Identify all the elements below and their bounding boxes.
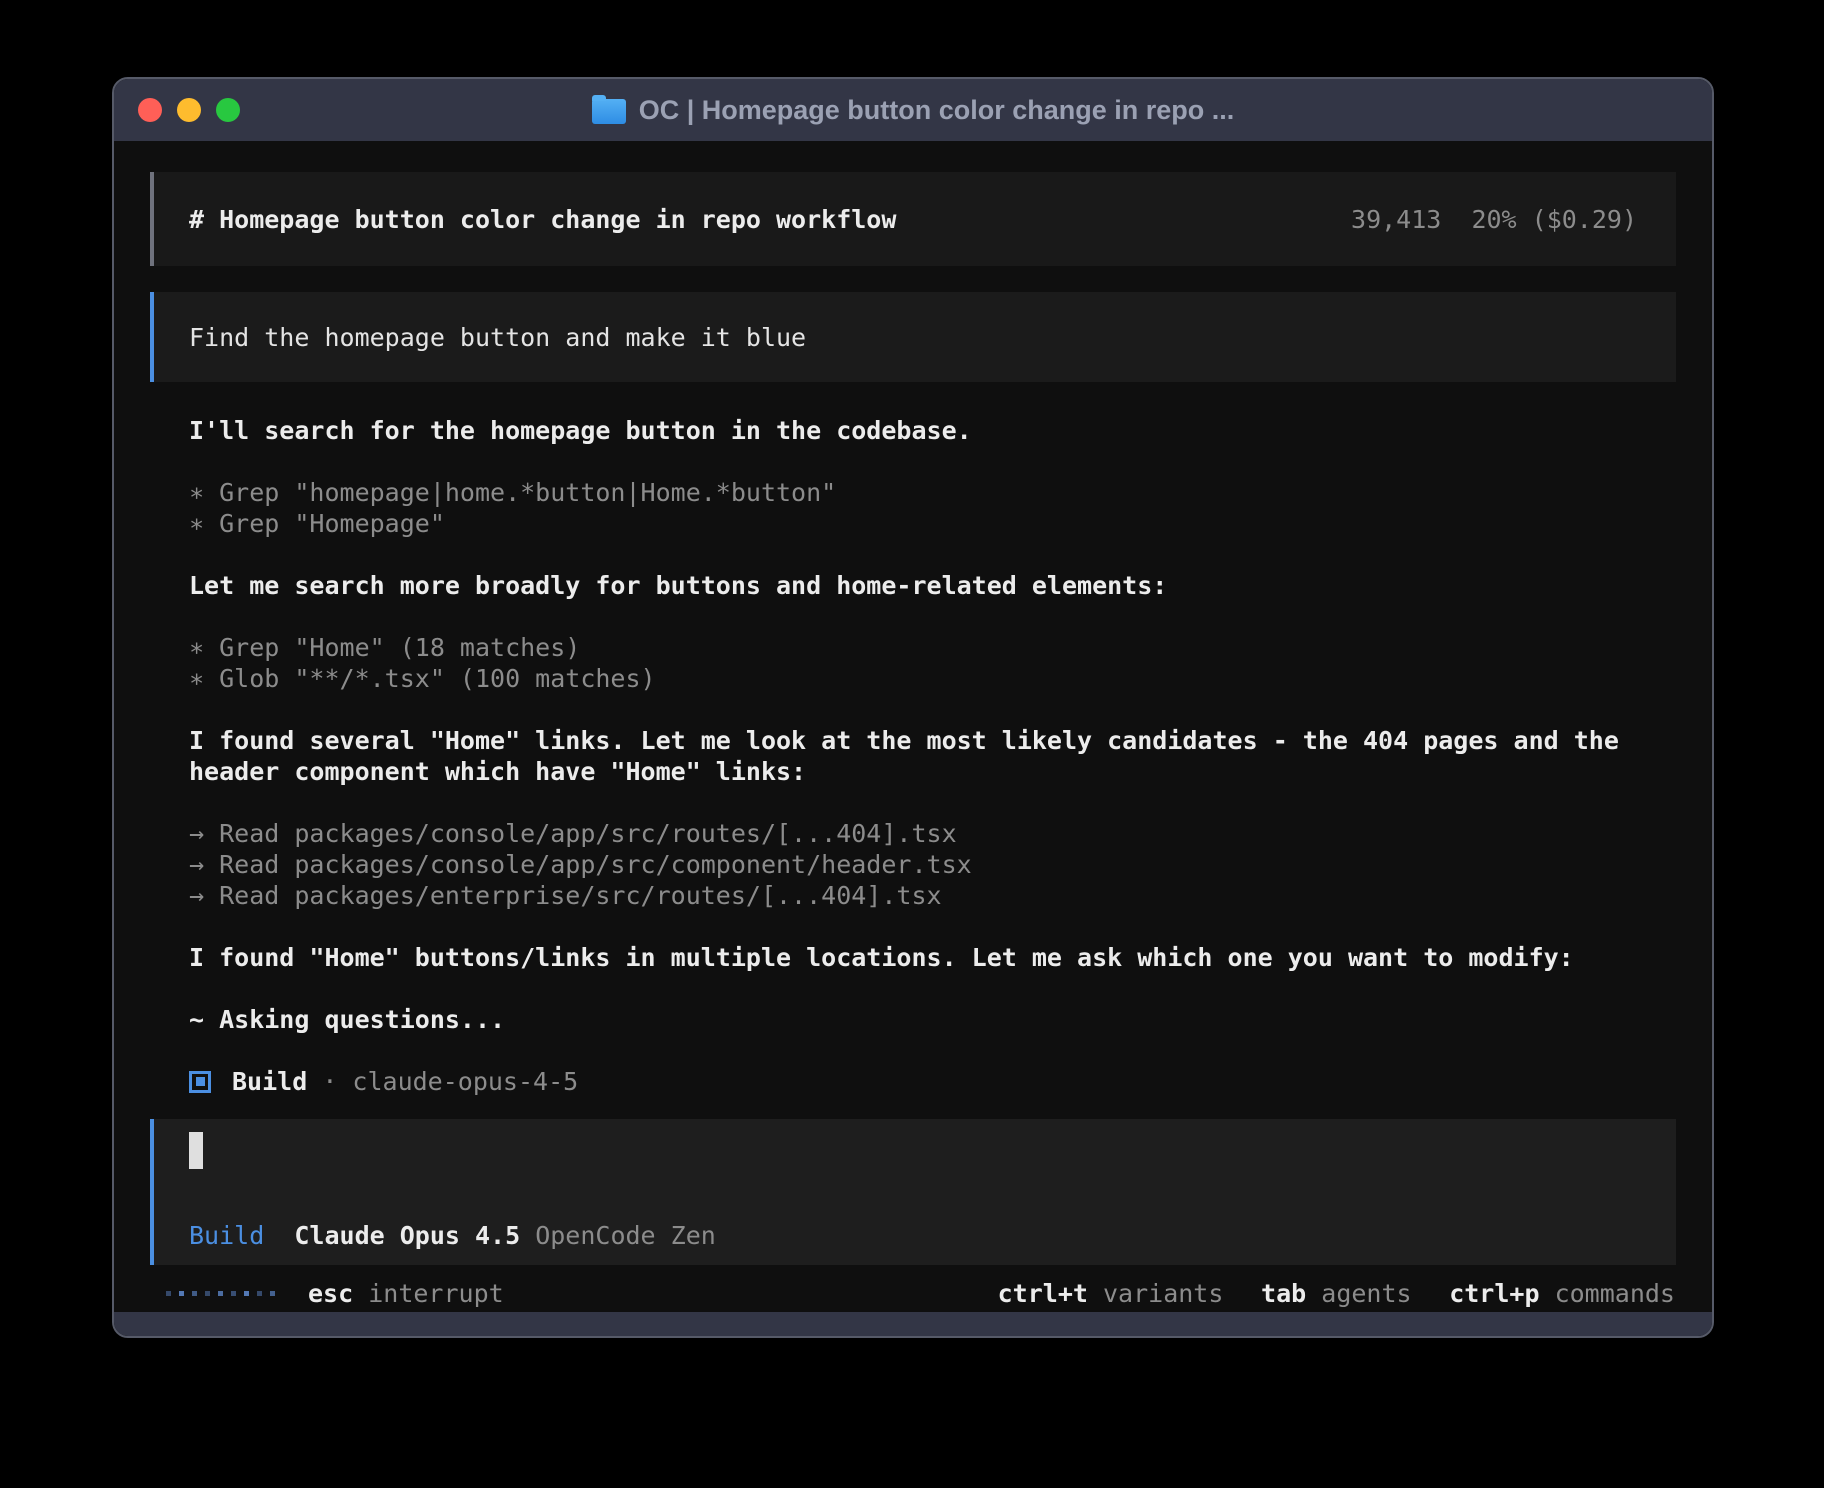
minimize-button[interactable] — [177, 98, 201, 122]
prompt-input[interactable]: Build Claude Opus 4.5 OpenCode Zen — [150, 1119, 1676, 1265]
session-stats: 39,413 20% ($0.29) — [1351, 205, 1637, 234]
conversation-line — [189, 539, 1676, 570]
keyboard-hint: tab agents — [1261, 1279, 1412, 1308]
conversation-line: ∗ Grep "Home" (18 matches) — [189, 632, 1676, 663]
interrupt-hint-text: interrupt — [368, 1279, 503, 1308]
window-bottom-bar — [114, 1312, 1712, 1336]
hint-label: agents — [1321, 1279, 1411, 1308]
conversation-line — [189, 787, 1676, 818]
agent-model-separator: · — [322, 1067, 337, 1096]
agent-status-line: Build · claude-opus-4-5 — [150, 1066, 1676, 1097]
session-title: # Homepage button color change in repo w… — [189, 205, 896, 234]
hint-label: commands — [1555, 1279, 1675, 1308]
spinner-dot — [205, 1291, 210, 1296]
conversation-line: ∗ Grep "homepage|home.*button|Home.*butt… — [189, 477, 1676, 508]
zoom-button[interactable] — [216, 98, 240, 122]
conversation-line: I found several "Home" links. Let me loo… — [189, 725, 1676, 756]
session-header: # Homepage button color change in repo w… — [150, 172, 1676, 266]
status-bar: esc interrupt ctrl+t variantstab agentsc… — [150, 1278, 1676, 1309]
folder-icon — [592, 99, 626, 124]
input-agent-label: Build — [189, 1221, 264, 1250]
input-meta: Build Claude Opus 4.5 OpenCode Zen — [189, 1221, 1641, 1250]
spinner-dot — [257, 1291, 262, 1296]
spinner-dot — [166, 1291, 171, 1296]
input-model-label: Claude Opus 4.5 — [294, 1221, 520, 1250]
hint-key: tab — [1261, 1279, 1306, 1308]
window-title: OC | Homepage button color change in rep… — [639, 95, 1235, 126]
conversation-line — [189, 694, 1676, 725]
spinner-dot — [192, 1291, 197, 1296]
interrupt-hint-key: esc — [308, 1279, 353, 1308]
context-percent: 20% — [1471, 205, 1516, 234]
keyboard-hint: ctrl+t variants — [998, 1279, 1224, 1308]
terminal-window: OC | Homepage button color change in rep… — [112, 77, 1714, 1338]
spinner-dot — [270, 1291, 275, 1296]
agent-model: claude-opus-4-5 — [352, 1067, 578, 1096]
traffic-lights — [138, 79, 240, 141]
spinner-dot — [179, 1291, 184, 1296]
conversation-line: → Read packages/console/app/src/componen… — [189, 849, 1676, 880]
keyboard-hint: ctrl+p commands — [1449, 1279, 1675, 1308]
hint-key: ctrl+p — [1449, 1279, 1539, 1308]
conversation: I'll search for the homepage button in t… — [150, 415, 1676, 1066]
spinner-dot — [231, 1291, 236, 1296]
conversation-line: I'll search for the homepage button in t… — [189, 415, 1676, 446]
conversation-line: I found "Home" buttons/links in multiple… — [189, 942, 1676, 973]
titlebar: OC | Homepage button color change in rep… — [114, 79, 1712, 141]
terminal-content: # Homepage button color change in repo w… — [114, 141, 1712, 1312]
close-button[interactable] — [138, 98, 162, 122]
spinner-dots-icon — [166, 1291, 275, 1296]
build-agent-icon — [189, 1071, 211, 1093]
conversation-line: ~ Asking questions... — [189, 1004, 1676, 1035]
conversation-line: → Read packages/console/app/src/routes/[… — [189, 818, 1676, 849]
spinner-dot — [218, 1291, 223, 1296]
conversation-line: → Read packages/enterprise/src/routes/[.… — [189, 880, 1676, 911]
conversation-line — [189, 446, 1676, 477]
token-count: 39,413 — [1351, 205, 1441, 234]
title-group: OC | Homepage button color change in rep… — [592, 95, 1235, 126]
hint-key: ctrl+t — [998, 1279, 1088, 1308]
session-cost: ($0.29) — [1532, 205, 1637, 234]
text-cursor — [189, 1132, 203, 1169]
conversation-line: Let me search more broadly for buttons a… — [189, 570, 1676, 601]
status-bar-left: esc interrupt — [166, 1279, 504, 1308]
conversation-line: ∗ Grep "Homepage" — [189, 508, 1676, 539]
conversation-line: header component which have "Home" links… — [189, 756, 1676, 787]
conversation-line — [189, 1035, 1676, 1066]
spinner-dot — [244, 1291, 249, 1296]
user-message-text: Find the homepage button and make it blu… — [189, 323, 806, 352]
conversation-line — [189, 911, 1676, 942]
agent-name: Build — [232, 1067, 307, 1096]
input-provider-label: OpenCode Zen — [535, 1221, 716, 1250]
conversation-line: ∗ Glob "**/*.tsx" (100 matches) — [189, 663, 1676, 694]
status-bar-right: ctrl+t variants tab agents ctrl+p commands — [998, 1279, 1675, 1308]
user-message: Find the homepage button and make it blu… — [150, 292, 1676, 382]
interrupt-hint-label — [353, 1279, 368, 1308]
conversation-line — [189, 973, 1676, 1004]
conversation-line — [189, 601, 1676, 632]
interrupt-hint: esc interrupt — [308, 1279, 504, 1308]
hint-label: variants — [1103, 1279, 1223, 1308]
